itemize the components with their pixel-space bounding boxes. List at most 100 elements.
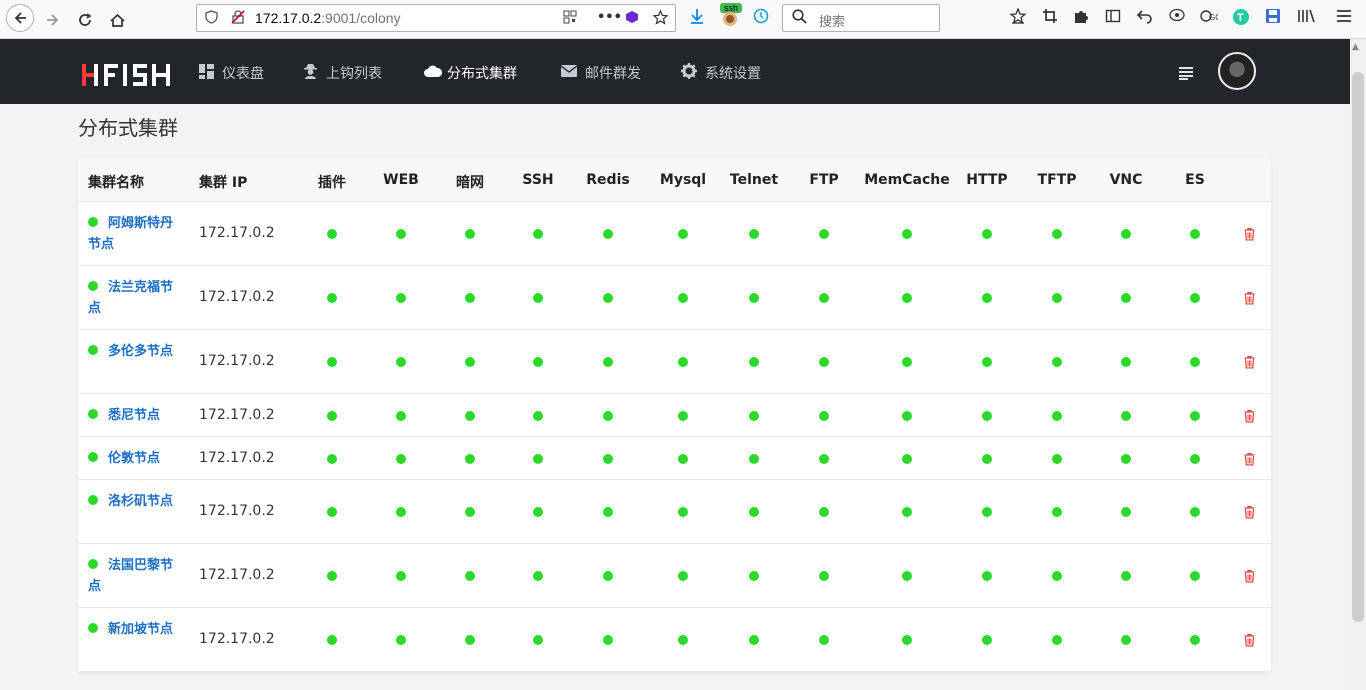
service-status-dot [327,571,337,581]
scroll-up-arrow-icon[interactable]: ▲ [1352,42,1359,52]
service-status-dot [327,635,337,645]
node-name-link[interactable]: 法兰克福节点 [88,277,184,319]
node-name-link[interactable]: 法国巴黎节点 [88,555,184,597]
service-status-dot [1190,453,1200,464]
node-name-text: 多伦多节点 [108,344,174,359]
service-status-dot [533,410,543,421]
table-row: 悉尼节点 172.17.0.2 [78,394,1271,437]
chat-bubble-icon[interactable] [1169,8,1185,28]
cluster-table: 集群名称 集群 IP 插件 WEB 暗网 SSH Redis Mysql Telnet FTP Me… [78,158,1271,672]
service-status-dot [533,453,543,464]
service-status-dot [603,293,613,303]
service-status-dot [533,571,543,581]
go-extension-icon[interactable]: GO [1200,8,1221,28]
column-header-redis: Redis [586,172,630,188]
trash-icon[interactable] [1244,452,1255,465]
trash-icon[interactable] [1244,291,1255,305]
table-row: 伦敦节点 172.17.0.2 [78,437,1271,480]
service-status-dot [1052,410,1062,421]
bookmark-star-icon[interactable] [652,9,669,29]
menu-toggle-icon[interactable] [1178,61,1194,85]
back-button[interactable] [6,4,34,32]
service-status-dot [819,635,829,645]
shield-icon[interactable] [205,10,218,28]
nav-mass-mail[interactable]: 邮件群发 [560,63,641,83]
extension-cube-icon[interactable] [625,10,639,28]
service-status-dot [902,229,912,239]
online-status-dot [88,281,98,291]
svg-text:T: T [1237,12,1244,24]
online-status-dot [88,451,98,462]
user-avatar[interactable] [1218,52,1256,90]
service-status-dot [327,453,337,464]
timer-icon[interactable] [753,8,769,28]
extension-avatar-icon[interactable] [722,11,738,31]
service-status-dot [1052,635,1062,645]
qr-code-icon[interactable] [563,10,577,28]
service-status-dot [902,410,912,421]
url-bar[interactable]: 172.17.0.2:9001/colony ••• [196,4,676,32]
trash-icon[interactable] [1244,633,1255,647]
service-status-dot [982,571,992,581]
translate-icon[interactable]: T [1232,8,1250,30]
service-status-dot [533,357,543,367]
scrollbar-thumb[interactable] [1352,72,1364,622]
service-status-dot [603,571,613,581]
service-status-dot [749,571,759,581]
column-header-cluster-ip: 集群 IP [199,175,248,191]
node-name-link[interactable]: 悉尼节点 [88,405,184,426]
node-name-link[interactable]: 多伦多节点 [88,341,184,362]
service-status-dot [678,453,688,464]
download-icon[interactable] [690,8,704,28]
nav-dashboard[interactable]: 仪表盘 [198,63,264,83]
service-status-dot [819,453,829,464]
node-name-link[interactable]: 阿姆斯特丹节点 [88,213,184,255]
library-icon[interactable] [1297,8,1315,28]
node-name-text: 法国巴黎节点 [88,558,174,594]
trash-icon[interactable] [1244,227,1255,241]
undo-icon[interactable] [1136,8,1153,28]
column-header-vnc: VNC [1109,172,1143,188]
trash-icon[interactable] [1244,505,1255,519]
online-status-dot [88,559,98,569]
crop-icon[interactable] [1042,8,1058,28]
service-status-dot [819,507,829,517]
node-name-link[interactable]: 伦敦节点 [88,448,184,469]
nav-settings[interactable]: 系统设置 [681,63,761,83]
trash-icon[interactable] [1244,355,1255,369]
service-status-dot [465,507,475,517]
nav-hooked-list[interactable]: 上钩列表 [302,63,382,83]
hfish-logo[interactable] [82,63,174,87]
service-status-dot [982,507,992,517]
node-ip: 172.17.0.2 [199,353,275,369]
trash-icon[interactable] [1244,569,1255,583]
url-text[interactable]: 172.17.0.2:9001/colony [255,10,401,26]
service-status-dot [1190,507,1200,517]
gear-icon [681,63,697,83]
puzzle-icon[interactable] [1073,8,1089,28]
node-name-link[interactable]: 新加坡节点 [88,619,184,640]
service-status-dot [327,229,337,239]
node-name-link[interactable]: 洛杉矶节点 [88,491,184,512]
home-button[interactable] [104,7,130,33]
page-actions-icon[interactable]: ••• [597,10,622,25]
online-status-dot [88,495,98,505]
save-icon[interactable] [1265,8,1281,28]
sidebar-icon[interactable] [1105,8,1121,28]
reader-star-icon[interactable] [1009,7,1027,28]
trash-icon[interactable] [1244,409,1255,422]
nav-cluster[interactable]: 分布式集群 [423,63,517,83]
hamburger-menu-icon[interactable] [1336,8,1352,28]
column-header-插件: 插件 [318,175,346,191]
nav-cluster-label: 分布式集群 [447,66,517,82]
insecure-lock-icon[interactable] [231,10,245,28]
service-status-dot [819,229,829,239]
service-status-dot [465,571,475,581]
forward-button[interactable] [40,7,66,33]
column-header-tftp: TFTP [1037,172,1077,188]
reload-button[interactable] [72,7,98,33]
service-status-dot [678,410,688,421]
service-status-dot [1121,410,1131,421]
search-bar[interactable]: 搜索 [782,4,940,32]
service-status-dot [465,293,475,303]
